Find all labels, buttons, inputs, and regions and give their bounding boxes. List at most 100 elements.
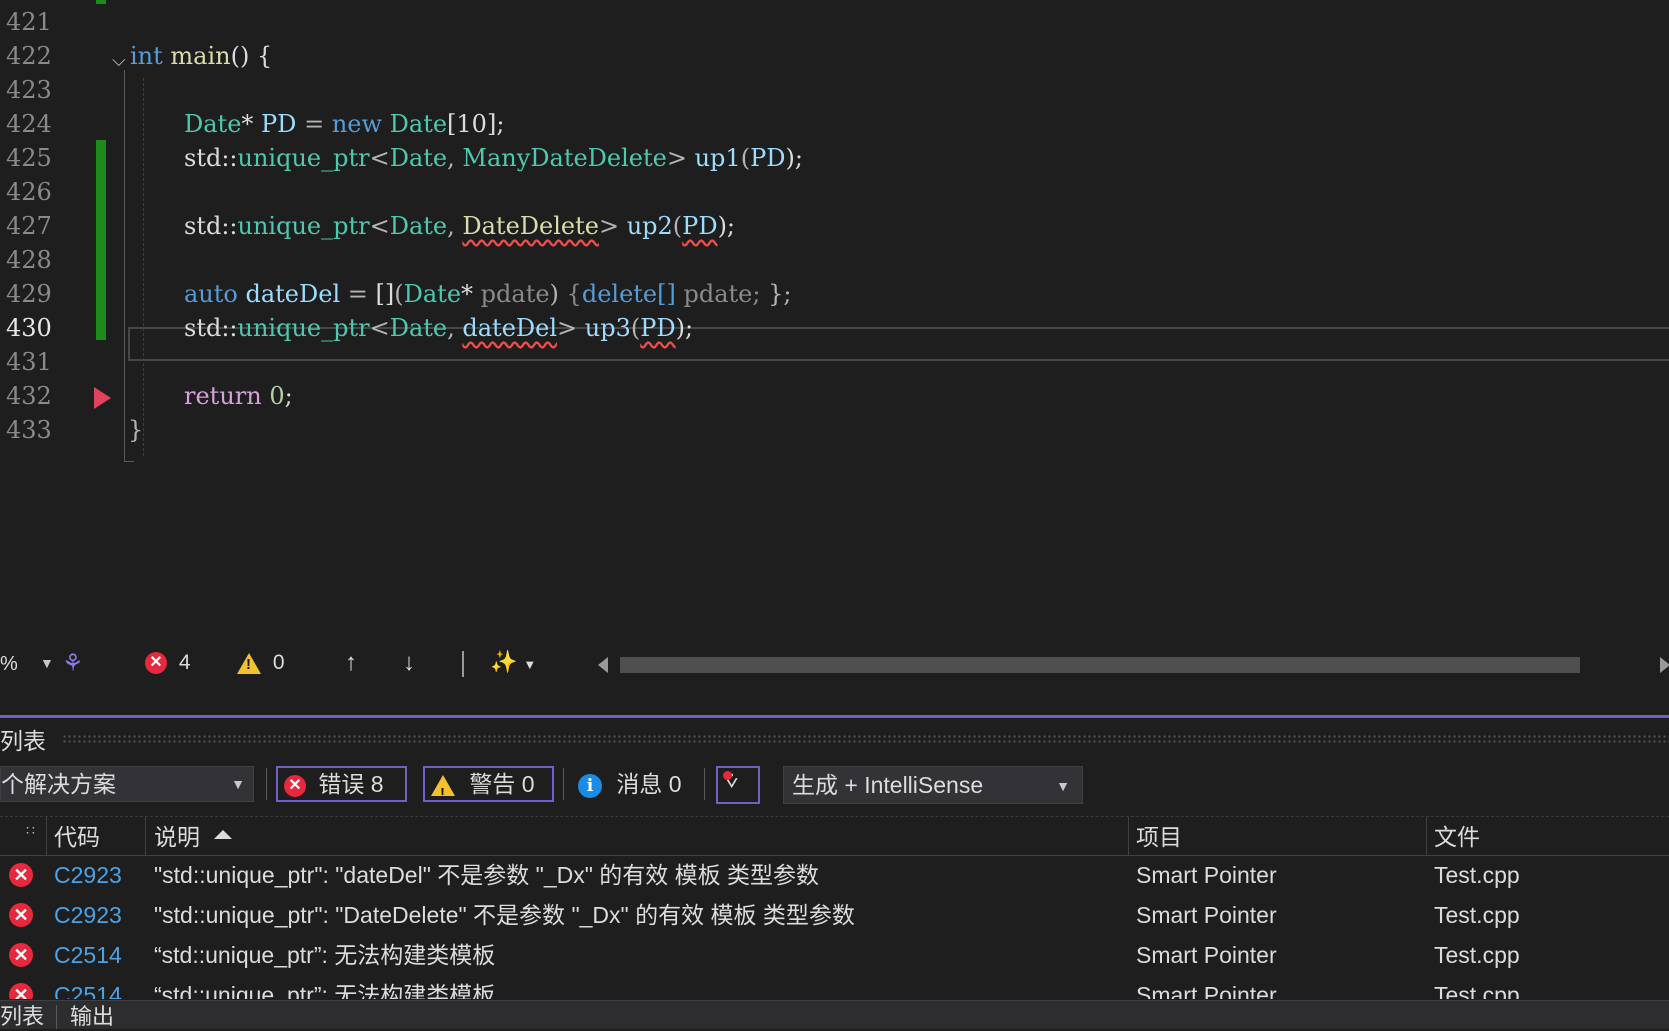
error-count: 4	[178, 651, 191, 674]
code-line[interactable]: 426	[0, 174, 1669, 210]
filter-active-dot	[723, 771, 732, 780]
intellicode-icon[interactable]: ⚘	[62, 649, 84, 678]
table-row[interactable]: ✕ C2514 “std::unique_ptr”: 无法构建类模板 Smart…	[0, 935, 1669, 975]
column-header-description[interactable]: 说明	[154, 817, 232, 855]
build-source-value: 生成 + IntelliSense	[792, 772, 984, 798]
warnings-filter-button[interactable]: 警告 0	[423, 766, 554, 810]
error-file: Test.cpp	[1434, 982, 1520, 999]
errors-filter-button[interactable]: ✕ 错误 8	[276, 766, 407, 802]
error-description: "std::unique_ptr": "DateDelete" 不是参数 "_D…	[154, 902, 855, 928]
code-text: auto dateDel = [](Date* pdate) {delete[]…	[184, 280, 792, 308]
messages-filter-label: 消息 0	[616, 771, 682, 797]
chevron-down-icon: ▼	[231, 776, 245, 792]
scroll-right-icon[interactable]	[1660, 657, 1669, 673]
error-code-link[interactable]: C2923	[54, 895, 122, 935]
error-icon: ✕	[9, 863, 33, 887]
line-number: 432	[6, 382, 52, 410]
bottom-tab-strip: 列表 输出	[0, 1000, 1669, 1029]
error-project: Smart Pointer	[1136, 862, 1277, 888]
error-icon: ✕	[9, 983, 33, 999]
divider	[56, 1005, 57, 1029]
zoom-level[interactable]: %	[0, 653, 18, 676]
info-icon: i	[578, 773, 602, 798]
column-header-project[interactable]: 项目	[1136, 817, 1182, 855]
code-line[interactable]: 433 }	[0, 412, 1669, 448]
divider	[462, 651, 464, 677]
error-project: Smart Pointer	[1136, 902, 1277, 928]
code-cleanup-icon[interactable]: ✨ ▼	[490, 649, 536, 675]
code-line[interactable]: 428	[0, 242, 1669, 278]
code-line[interactable]: 424 Date* PD = new Date[10];	[0, 106, 1669, 142]
code-line[interactable]: 429 auto dateDel = [](Date* pdate) {dele…	[0, 276, 1669, 312]
error-file: Test.cpp	[1434, 862, 1520, 888]
line-number: 424	[6, 110, 52, 138]
divider	[704, 768, 705, 800]
error-description: "std::unique_ptr": "dateDel" 不是参数 "_Dx" …	[154, 862, 820, 888]
sort-ascending-icon	[214, 830, 232, 840]
arrow-down-icon[interactable]: ↓	[403, 649, 415, 677]
tab-output[interactable]: 输出	[70, 1003, 114, 1031]
error-project: Smart Pointer	[1136, 982, 1277, 999]
error-list-header: ∷ 代码 说明 项目 文件	[0, 816, 1669, 856]
tab-error-list[interactable]: 列表	[0, 1003, 44, 1031]
panel-title[interactable]: 列表	[0, 722, 46, 756]
code-line[interactable]: 421	[0, 4, 1669, 40]
column-header-code[interactable]: 代码	[54, 817, 100, 855]
column-divider[interactable]	[1426, 817, 1427, 855]
error-code-link[interactable]: C2514	[54, 935, 122, 975]
code-line[interactable]: 422 int main() {	[0, 38, 1669, 74]
table-row[interactable]: ✕ C2923 "std::unique_ptr": "dateDel" 不是参…	[0, 855, 1669, 895]
code-line[interactable]: 427 std::unique_ptr<Date, DateDelete> up…	[0, 208, 1669, 244]
build-source-dropdown[interactable]: 生成 + IntelliSense ▼	[783, 766, 1083, 804]
code-editor[interactable]: ⌵ 421 422 int main() { 423 424 Date* PD …	[0, 0, 1669, 665]
line-number: 426	[6, 178, 52, 206]
fold-guide-end	[124, 461, 134, 462]
code-text: int main() {	[130, 42, 273, 70]
table-row[interactable]: ✕ C2514 “std::unique_ptr”: 无法构建类模板 Smart…	[0, 975, 1669, 999]
editor-status-bar: % ▼ ⚘ ✕ 4 0 ↑ ↓ ✨▼	[0, 643, 1669, 687]
line-number: 433	[6, 416, 52, 444]
warnings-filter-label: 警告 0	[469, 771, 535, 797]
error-squiggle: PD	[640, 314, 676, 342]
table-row[interactable]: ✕ C2923 "std::unique_ptr": "DateDelete" …	[0, 895, 1669, 935]
error-description: “std::unique_ptr”: 无法构建类模板	[154, 942, 496, 968]
column-divider[interactable]	[46, 817, 47, 855]
warning-count-indicator[interactable]: 0	[237, 651, 285, 675]
code-line[interactable]: 431	[0, 344, 1669, 380]
warning-count: 0	[272, 651, 285, 674]
messages-filter-button[interactable]: i 消息 0	[578, 766, 682, 802]
error-project: Smart Pointer	[1136, 942, 1277, 968]
chevron-down-icon: ▼	[1056, 778, 1070, 794]
scope-dropdown[interactable]: 个解决方案 ▼	[0, 766, 254, 802]
error-description: “std::unique_ptr”: 无法构建类模板	[154, 982, 496, 999]
code-line[interactable]: 425 std::unique_ptr<Date, ManyDateDelete…	[0, 140, 1669, 176]
code-line[interactable]: 432 return 0;	[0, 378, 1669, 414]
error-squiggle: dateDel	[462, 314, 558, 342]
error-icon: ✕	[145, 652, 167, 675]
error-code-link[interactable]: C2923	[54, 855, 122, 895]
error-count-indicator[interactable]: ✕ 4	[145, 651, 191, 675]
code-text: Date* PD = new Date[10];	[184, 110, 505, 138]
code-text: std::unique_ptr<Date, dateDel> up3(PD);	[184, 314, 694, 342]
column-header-file[interactable]: 文件	[1434, 817, 1480, 855]
error-list-panel: 列表 个解决方案 ▼ ✕ 错误 8 警告 0 i 消息 0 ⩒ 生成 + Int…	[0, 718, 1669, 1028]
code-line[interactable]: 423	[0, 72, 1669, 108]
error-icon: ✕	[9, 903, 33, 927]
line-number: 429	[6, 280, 52, 308]
panel-drag-handle[interactable]	[62, 734, 1669, 744]
chevron-down-icon[interactable]: ▼	[40, 655, 54, 671]
filter-funnel-button[interactable]: ⩒	[716, 766, 760, 804]
column-divider[interactable]	[1128, 817, 1129, 855]
line-number: 431	[6, 348, 52, 376]
error-squiggle: DateDelete	[462, 212, 599, 240]
warning-icon	[237, 652, 261, 674]
code-text: }	[128, 416, 144, 444]
error-code-link[interactable]: C2514	[54, 975, 122, 999]
line-number: 427	[6, 212, 52, 240]
column-divider[interactable]	[145, 817, 146, 855]
divider	[266, 768, 267, 800]
code-line-current[interactable]: 430 std::unique_ptr<Date, dateDel> up3(P…	[0, 310, 1669, 346]
arrow-up-icon[interactable]: ↑	[345, 649, 357, 677]
horizontal-scrollbar[interactable]	[620, 657, 1580, 673]
scroll-left-icon[interactable]	[598, 657, 608, 673]
